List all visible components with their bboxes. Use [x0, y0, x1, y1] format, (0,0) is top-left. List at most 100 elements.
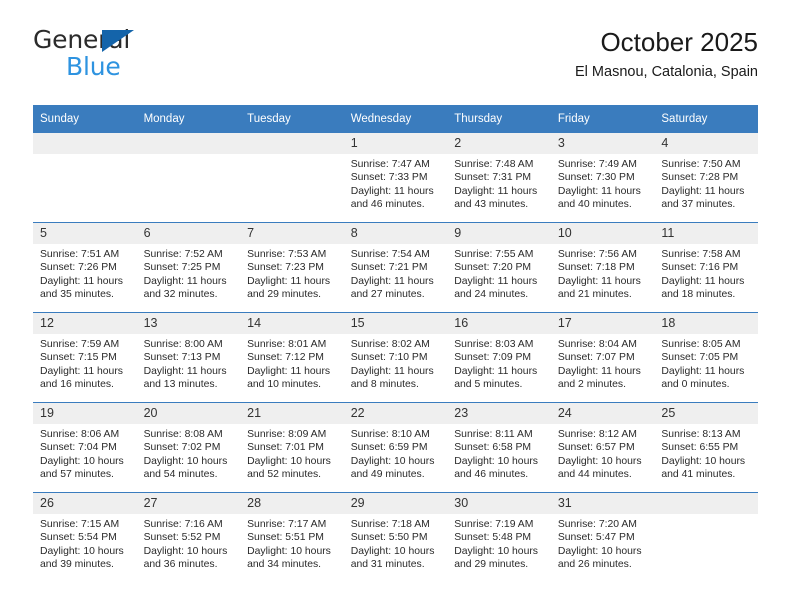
day-details: Sunrise: 7:15 AM Sunset: 5:54 PM Daylight:… [33, 514, 137, 572]
calendar-day-cell[interactable]: 3 Sunrise: 7:49 AM Sunset: 7:30 PM Daylight… [550, 133, 655, 223]
daylight-duration-line1: Daylight: 11 hours [557, 185, 641, 197]
sunset-time: Sunset: 7:21 PM [350, 262, 428, 274]
calendar-week-row: 19 Sunrise: 8:06 AM Sunset: 7:04 PM Dayligh… [33, 402, 758, 493]
calendar-day-cell[interactable]: 8 Sunrise: 7:54 AM Sunset: 7:21 PM Daylight… [343, 222, 448, 313]
calendar-day-cell[interactable]: 12 Sunrise: 7:59 AM Sunset: 7:15 PM Dayligh… [33, 312, 137, 403]
calendar-day-cell[interactable]: 28 Sunrise: 7:17 AM Sunset: 5:51 PM Dayligh… [240, 492, 344, 582]
sunrise-sunset-calendar: Sunday Monday Tuesday Wednesday Thursday Frid… [33, 105, 758, 582]
calendar-day-cell[interactable]: 11 Sunrise: 7:58 AM Sunset: 7:16 PM Dayligh… [654, 222, 758, 313]
calendar-day-cell[interactable]: 24 Sunrise: 8:12 AM Sunset: 6:57 PM Dayligh… [550, 402, 655, 493]
weekday-header-monday: Monday [136, 105, 241, 133]
daylight-duration-line1 [144, 185, 235, 198]
daylight-duration-line2: and 0 minutes. [661, 379, 730, 391]
sunrise-time: Sunrise: 7:19 AM [454, 519, 534, 530]
calendar-day-cell[interactable]: 22 Sunrise: 8:10 AM Sunset: 6:59 PM Dayligh… [343, 402, 448, 493]
daylight-duration-line1: Daylight: 11 hours [143, 275, 227, 287]
day-details: Sunrise: 8:04 AM Sunset: 7:07 PM Daylight:… [551, 334, 655, 392]
calendar-day-cell[interactable]: 21 Sunrise: 8:09 AM Sunset: 7:01 PM Dayligh… [240, 402, 344, 493]
daylight-duration-line1: Daylight: 11 hours [143, 365, 227, 377]
sunrise-time: Sunrise: 8:04 AM [557, 339, 637, 350]
sunrise-time: Sunrise: 8:02 AM [350, 339, 430, 350]
sunrise-time: Sunrise: 8:05 AM [661, 339, 741, 350]
day-details: Sunrise: 7:58 AM Sunset: 7:16 PM Daylight:… [654, 244, 758, 302]
sunrise-time: Sunrise: 8:03 AM [454, 339, 534, 350]
day-details: Sunrise: 8:01 AM Sunset: 7:12 PM Daylight:… [240, 334, 344, 392]
calendar-day-cell-empty [136, 133, 241, 223]
calendar-day-cell[interactable]: 26 Sunrise: 7:15 AM Sunset: 5:54 PM Dayligh… [33, 492, 137, 582]
daylight-duration-line2: and 27 minutes. [350, 289, 425, 301]
daylight-duration-line1: Daylight: 11 hours [350, 275, 434, 287]
day-details: Sunrise: 7:17 AM Sunset: 5:51 PM Daylight:… [240, 514, 344, 572]
calendar-day-cell[interactable]: 19 Sunrise: 8:06 AM Sunset: 7:04 PM Dayligh… [33, 402, 137, 493]
day-number: 31 [550, 493, 655, 514]
day-number: 24 [550, 403, 655, 424]
day-number: 19 [33, 403, 137, 424]
sunset-time: Sunset: 5:48 PM [454, 532, 532, 544]
calendar-day-cell[interactable]: 13 Sunrise: 8:00 AM Sunset: 7:13 PM Dayligh… [136, 312, 241, 403]
calendar-day-cell[interactable]: 6 Sunrise: 7:52 AM Sunset: 7:25 PM Daylight… [136, 222, 241, 313]
sunset-time: Sunset: 7:02 PM [143, 442, 221, 454]
weekday-header-saturday: Saturday [654, 105, 758, 133]
calendar-day-cell[interactable]: 29 Sunrise: 7:18 AM Sunset: 5:50 PM Dayligh… [343, 492, 448, 582]
sunrise-time: Sunrise: 7:51 AM [40, 249, 120, 260]
calendar-day-cell[interactable]: 4 Sunrise: 7:50 AM Sunset: 7:28 PM Daylight… [654, 133, 758, 223]
calendar-day-cell[interactable]: 9 Sunrise: 7:55 AM Sunset: 7:20 PM Daylight… [447, 222, 551, 313]
day-number: 14 [240, 313, 344, 334]
daylight-duration-line2 [661, 558, 752, 571]
day-number: 16 [447, 313, 551, 334]
day-number: 18 [654, 313, 758, 334]
sunset-time: Sunset: 5:54 PM [40, 532, 117, 544]
calendar-day-cell[interactable]: 17 Sunrise: 8:04 AM Sunset: 7:07 PM Dayligh… [550, 312, 655, 403]
sunrise-time: Sunrise: 7:53 AM [247, 249, 327, 260]
daylight-duration-line2 [40, 198, 131, 211]
daylight-duration-line2: and 49 minutes. [350, 469, 425, 481]
calendar-day-cell[interactable]: 16 Sunrise: 8:03 AM Sunset: 7:09 PM Dayligh… [447, 312, 551, 403]
day-number [654, 493, 758, 514]
sunset-time [661, 531, 752, 544]
calendar-day-cell[interactable]: 20 Sunrise: 8:08 AM Sunset: 7:02 PM Dayligh… [136, 402, 241, 493]
sunrise-time: Sunrise: 7:47 AM [350, 159, 430, 170]
calendar-day-cell[interactable]: 14 Sunrise: 8:01 AM Sunset: 7:12 PM Dayligh… [240, 312, 344, 403]
sunrise-time: Sunrise: 8:10 AM [350, 429, 430, 440]
sunrise-time: Sunrise: 8:12 AM [557, 429, 637, 440]
daylight-duration-line1: Daylight: 11 hours [247, 275, 331, 287]
sunrise-time: Sunrise: 7:59 AM [40, 339, 120, 350]
daylight-duration-line2: and 13 minutes. [143, 379, 218, 391]
day-details: Sunrise: 7:48 AM Sunset: 7:31 PM Daylight:… [447, 154, 551, 212]
calendar-day-cell[interactable]: 7 Sunrise: 7:53 AM Sunset: 7:23 PM Daylight… [240, 222, 344, 313]
sunset-time: Sunset: 7:18 PM [557, 262, 635, 274]
calendar-day-cell[interactable]: 25 Sunrise: 8:13 AM Sunset: 6:55 PM Dayligh… [654, 402, 758, 493]
calendar-day-cell[interactable]: 23 Sunrise: 8:11 AM Sunset: 6:58 PM Dayligh… [447, 402, 551, 493]
calendar-day-cell[interactable]: 5 Sunrise: 7:51 AM Sunset: 7:26 PM Daylight… [33, 222, 137, 313]
day-details: Sunrise: 8:09 AM Sunset: 7:01 PM Daylight:… [240, 424, 344, 482]
calendar-day-cell[interactable]: 18 Sunrise: 8:05 AM Sunset: 7:05 PM Dayligh… [654, 312, 758, 403]
day-number [240, 133, 344, 154]
calendar-day-cell[interactable]: 1 Sunrise: 7:47 AM Sunset: 7:33 PM Daylight… [343, 133, 448, 223]
day-number: 15 [343, 313, 448, 334]
calendar-day-cell[interactable]: 10 Sunrise: 7:56 AM Sunset: 7:18 PM Dayligh… [550, 222, 655, 313]
calendar-day-cell-empty [33, 133, 137, 223]
daylight-duration-line2: and 54 minutes. [143, 469, 218, 481]
daylight-duration-line2: and 39 minutes. [40, 559, 114, 571]
daylight-duration-line2: and 35 minutes. [40, 289, 114, 301]
day-number: 10 [550, 223, 655, 244]
calendar-day-cell[interactable]: 30 Sunrise: 7:19 AM Sunset: 5:48 PM Dayligh… [447, 492, 551, 582]
daylight-duration-line1: Daylight: 10 hours [557, 545, 642, 557]
day-details: Sunrise: 7:54 AM Sunset: 7:21 PM Daylight:… [344, 244, 448, 302]
daylight-duration-line1: Daylight: 10 hours [143, 545, 228, 557]
daylight-duration-line1: Daylight: 10 hours [247, 545, 331, 557]
calendar-day-cell[interactable]: 31 Sunrise: 7:20 AM Sunset: 5:47 PM Dayligh… [550, 492, 655, 582]
day-number: 27 [136, 493, 241, 514]
calendar-day-cell[interactable]: 15 Sunrise: 8:02 AM Sunset: 7:10 PM Dayligh… [343, 312, 448, 403]
calendar-day-cell[interactable]: 27 Sunrise: 7:16 AM Sunset: 5:52 PM Dayligh… [136, 492, 241, 582]
daylight-duration-line2: and 37 minutes. [661, 199, 736, 211]
sunset-time: Sunset: 7:33 PM [350, 172, 428, 184]
daylight-duration-line2: and 32 minutes. [143, 289, 218, 301]
daylight-duration-line1: Daylight: 11 hours [557, 365, 641, 377]
calendar-week-row: 1 Sunrise: 7:47 AM Sunset: 7:33 PM Daylight… [33, 133, 758, 223]
calendar-day-cell[interactable]: 2 Sunrise: 7:48 AM Sunset: 7:31 PM Daylight… [447, 133, 551, 223]
daylight-duration-line1: Daylight: 11 hours [40, 365, 123, 377]
daylight-duration-line2: and 16 minutes. [40, 379, 114, 391]
general-blue-logo[interactable]: General Blue [33, 26, 233, 86]
sunset-time: Sunset: 7:01 PM [247, 442, 324, 454]
